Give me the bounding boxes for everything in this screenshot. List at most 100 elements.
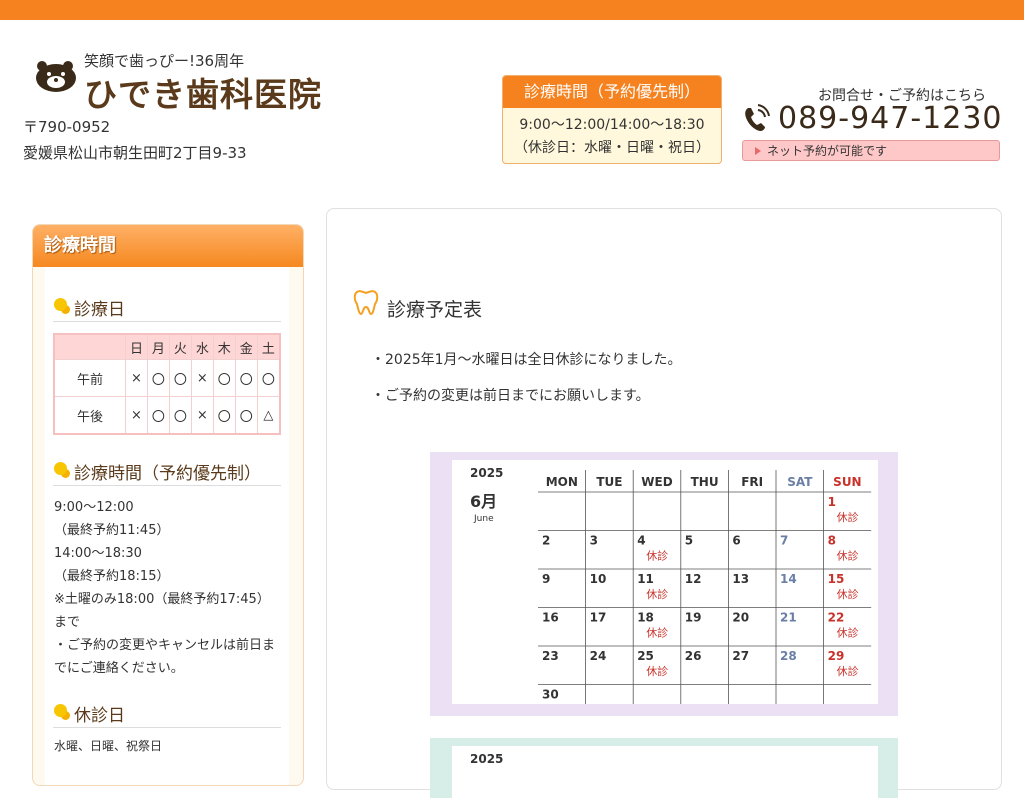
schedule-table: 日月火水木金土午前 × 〇〇 × 〇〇〇午後 × 〇〇 × 〇〇 △ xyxy=(53,333,281,435)
calendar-day: 11 xyxy=(637,572,654,586)
hours-box-time: 9:00〜12:00/14:00〜18:30 xyxy=(519,117,705,133)
hours-line: ※土曜のみ18:00（最終予約17:45） xyxy=(54,592,270,607)
hours-line: でにご連絡ください。 xyxy=(54,661,184,676)
bear-mascot-icon xyxy=(36,61,76,92)
calendar-closed-label: 休診 xyxy=(837,587,859,601)
schedule-head-cell: 火 xyxy=(168,333,192,360)
calendar-weekday: WED xyxy=(641,475,672,489)
calendar-day: 27 xyxy=(732,649,749,663)
schedule-head-cell: 土 xyxy=(256,333,281,360)
calendar-day: 13 xyxy=(732,572,749,586)
hours-line: 9:00〜12:00 xyxy=(54,500,134,515)
schedule-cell: × xyxy=(125,396,148,435)
calendar-weekday: MON xyxy=(546,475,578,489)
closed-text: 水曜、日曜、祝祭日 xyxy=(54,739,163,753)
schedule-cell: 午後 xyxy=(53,396,126,435)
net-reservation-button[interactable]: ネット予約が可能です xyxy=(742,140,1000,161)
hours-text: 9:00〜12:00 （最終予約11:45） 14:00〜18:30 （最終予約18:… xyxy=(54,496,282,680)
calendar-day: 16 xyxy=(542,611,559,625)
calendar-closed-label: 休診 xyxy=(646,549,668,563)
postal-code: 〒790-0952 xyxy=(23,118,111,136)
schedule-head-cell xyxy=(53,333,126,360)
net-reservation-label: ネット予約が可能です xyxy=(767,144,888,158)
calendar-day: 9 xyxy=(542,572,550,586)
arrow-right-icon xyxy=(755,147,761,155)
days-title: 診療日 xyxy=(54,295,125,320)
phone-icon xyxy=(745,104,770,131)
calendar-paper: 2025 xyxy=(452,746,878,806)
bullet-icon xyxy=(54,704,67,717)
schedule-cell: 〇 xyxy=(168,359,192,397)
note-1: ・2025年1月〜水曜日は全日休診になりました。 xyxy=(371,352,682,368)
schedule-cell: 午前 xyxy=(53,359,126,397)
calendar-weekday: TUE xyxy=(596,475,622,489)
calendar-weekday: THU xyxy=(691,475,719,489)
calendar-day: 21 xyxy=(780,611,797,625)
calendar-day: 10 xyxy=(590,572,607,586)
address: 愛媛県松山市朝生田町2丁目9-33 xyxy=(23,144,247,162)
calendar-closed-label: 休診 xyxy=(646,664,668,678)
hours-box-closed: （休診日：水曜・日曜・祝日） xyxy=(514,140,710,156)
hours-line: ・ご予約の変更やキャンセルは前日ま xyxy=(54,638,276,653)
hours-title: 診療時間（予約優先制） xyxy=(54,459,261,484)
schedule-cell: 〇 xyxy=(256,359,281,397)
calendar-day: 19 xyxy=(685,611,702,625)
main-title: 診療予定表 xyxy=(387,299,483,321)
calendar-day: 24 xyxy=(590,649,607,663)
calendar-day: 26 xyxy=(685,649,702,663)
closed-title: 休診日 xyxy=(54,701,125,726)
schedule-cell: 〇 xyxy=(212,396,236,435)
divider xyxy=(53,727,281,728)
calendar-weekday: SUN xyxy=(833,475,861,489)
schedule-head-cell: 水 xyxy=(190,333,214,360)
hours-line: まで xyxy=(54,615,81,630)
calendar-closed-label: 休診 xyxy=(837,549,859,563)
calendar-next: 2025 xyxy=(430,738,898,806)
calendar-day: 12 xyxy=(685,572,702,586)
schedule-cell: △ xyxy=(256,396,281,435)
calendar-day: 17 xyxy=(590,611,607,625)
divider xyxy=(53,485,281,486)
calendar-day: 22 xyxy=(828,611,845,625)
schedule-cell: 〇 xyxy=(234,359,258,397)
calendar-day: 2 xyxy=(542,534,550,548)
schedule-cell: 〇 xyxy=(146,359,170,397)
calendar-paper: 2025 6月 June MON TUE WED THU FRI SAT SUN 1 休診 2 3 4… xyxy=(452,460,878,704)
bullet-icon xyxy=(54,298,67,311)
hours-line: （最終予約18:15） xyxy=(54,569,170,584)
schedule-cell: × xyxy=(125,359,148,397)
calendar-day: 7 xyxy=(780,534,788,548)
calendar-day: 29 xyxy=(828,649,845,663)
calendar-closed-label: 休診 xyxy=(646,587,668,601)
schedule-head-cell: 月 xyxy=(146,333,170,360)
main-panel: 診療予定表 ・2025年1月〜水曜日は全日休診になりました。 ・ご予約の変更は前… xyxy=(326,208,1002,806)
sidebar-content: 診療日 日月火水木金土午前 × 〇〇 × 〇〇〇午後 × 〇〇 × 〇〇 △ 診療時間（予約優先制… xyxy=(45,267,289,785)
bullet-icon xyxy=(54,462,67,475)
calendar-closed-label: 休診 xyxy=(837,664,859,678)
schedule-cell: × xyxy=(190,359,214,397)
calendar-day: 14 xyxy=(780,572,797,586)
calendar-day: 8 xyxy=(828,534,836,548)
calendar-day: 1 xyxy=(828,495,836,509)
hours-box: 診療時間（予約優先制） 9:00〜12:00/14:00〜18:30 （休診日：… xyxy=(502,75,722,164)
schedule-cell: 〇 xyxy=(212,359,236,397)
calendar-day: 6 xyxy=(732,534,740,548)
calendar-closed-label: 休診 xyxy=(646,626,668,640)
top-bar xyxy=(0,0,1024,20)
calendar-day: 20 xyxy=(732,611,749,625)
calendar-day: 28 xyxy=(780,649,797,663)
phone-number[interactable]: 089-947-1230 xyxy=(778,101,1003,136)
hours-box-title: 診療時間（予約優先制） xyxy=(503,76,721,108)
calendar-weekday: FRI xyxy=(741,475,763,489)
sidebar: 診療時間 診療日 日月火水木金土午前 × 〇〇 × 〇〇〇午後 × 〇〇 × 〇〇 △ 診療時間（… xyxy=(32,224,304,786)
schedule-cell: 〇 xyxy=(168,396,192,435)
calendar-closed-label: 休診 xyxy=(837,626,859,640)
calendar-day: 23 xyxy=(542,649,559,663)
note-2: ・ご予約の変更は前日までにお願いします。 xyxy=(371,388,650,404)
schedule-cell: 〇 xyxy=(146,396,170,435)
calendar-day: 4 xyxy=(637,534,645,548)
calendar-day: 3 xyxy=(590,534,598,548)
clinic-name: ひでき歯科医院 xyxy=(84,75,322,114)
calendar-day: 18 xyxy=(637,611,654,625)
calendar-june: 2025 6月 June MON TUE WED THU FRI SAT SUN 1 休診 2 3 4… xyxy=(430,452,898,716)
